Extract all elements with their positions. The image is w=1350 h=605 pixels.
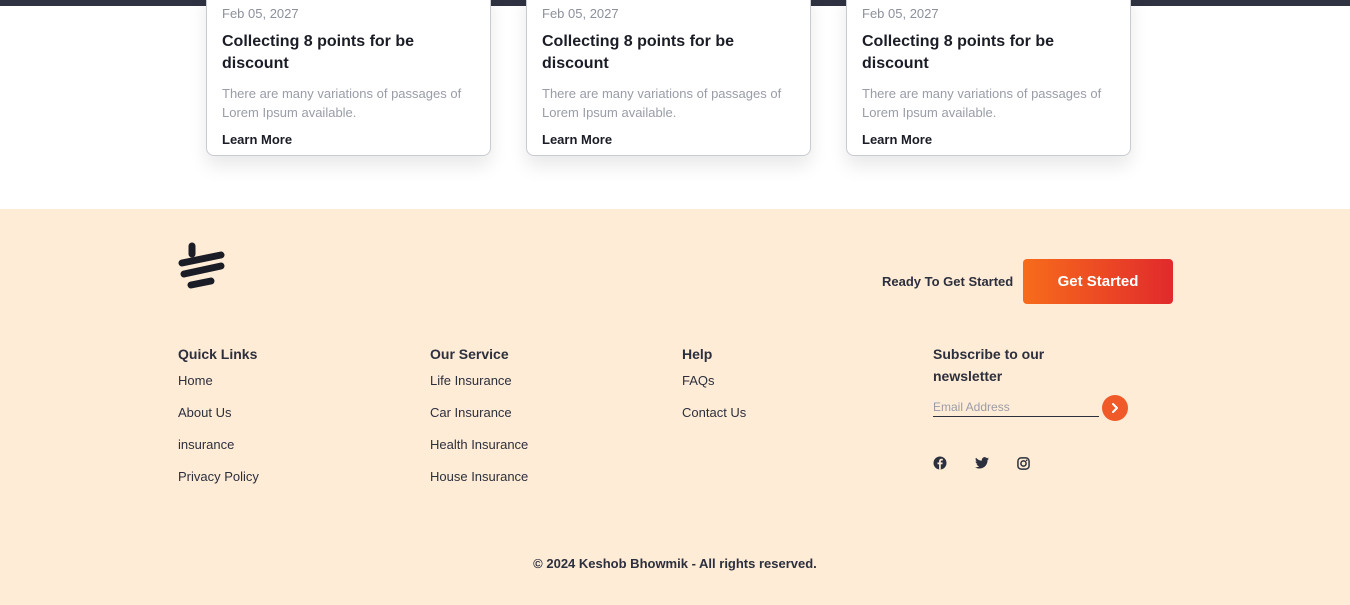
instagram-icon[interactable] (1015, 455, 1031, 471)
footer-link-home[interactable]: Home (178, 373, 213, 388)
brand-logo-icon[interactable] (178, 241, 226, 291)
card-date: Feb 05, 2027 (542, 6, 619, 21)
learn-more-link[interactable]: Learn More (862, 132, 932, 147)
help-column: Help FAQs Contact Us (682, 343, 746, 437)
facebook-icon[interactable] (932, 455, 948, 471)
column-title: Our Service (430, 346, 509, 362)
column-title: Help (682, 346, 713, 362)
footer-link-item: insurance (178, 437, 259, 469)
card-description: There are many variations of passages of… (222, 86, 462, 120)
footer-link-item: House Insurance (430, 469, 528, 501)
card-description: There are many variations of passages of… (542, 86, 782, 120)
footer-link-item: Privacy Policy (178, 469, 259, 501)
column-title: Quick Links (178, 346, 258, 362)
newsletter-column: Subscribe to our newsletter (933, 343, 1103, 387)
our-service-column: Our Service Life Insurance Car Insurance… (430, 343, 528, 501)
newsletter-title: Subscribe to our newsletter (933, 346, 1045, 384)
copyright-text: © 2024 Keshob Bhowmik - All rights reser… (533, 556, 817, 571)
site-footer: Ready To Get Started Get Started Quick L… (0, 209, 1350, 605)
footer-link-contact-us[interactable]: Contact Us (682, 405, 746, 420)
footer-link-item: About Us (178, 405, 259, 437)
footer-link-health-insurance[interactable]: Health Insurance (430, 437, 528, 452)
footer-link-house-insurance[interactable]: House Insurance (430, 469, 528, 484)
footer-link-item: Car Insurance (430, 405, 528, 437)
quick-links-column: Quick Links Home About Us insurance Priv… (178, 343, 259, 501)
get-started-button[interactable]: Get Started (1023, 259, 1173, 304)
newsletter-form (933, 395, 1133, 421)
footer-link-faqs[interactable]: FAQs (682, 373, 715, 388)
footer-link-item: Contact Us (682, 405, 746, 437)
card-date: Feb 05, 2027 (222, 6, 299, 21)
blog-card: Feb 05, 2027 Collecting 8 points for be … (206, 0, 491, 156)
card-date: Feb 05, 2027 (862, 6, 939, 21)
card-title: Collecting 8 points for be discount (222, 33, 415, 72)
blog-cards: Feb 05, 2027 Collecting 8 points for be … (0, 0, 1350, 209)
blog-card: Feb 05, 2027 Collecting 8 points for be … (526, 0, 811, 156)
learn-more-link[interactable]: Learn More (222, 132, 292, 147)
card-title: Collecting 8 points for be discount (542, 33, 735, 72)
footer-link-about-us[interactable]: About Us (178, 405, 231, 420)
learn-more-link[interactable]: Learn More (542, 132, 612, 147)
footer-link-life-insurance[interactable]: Life Insurance (430, 373, 512, 388)
cta-text: Ready To Get Started (882, 274, 1014, 289)
footer-link-car-insurance[interactable]: Car Insurance (430, 405, 512, 420)
chevron-right-icon (1112, 403, 1118, 413)
card-description: There are many variations of passages of… (862, 86, 1102, 120)
twitter-icon[interactable] (974, 455, 990, 471)
newsletter-submit-button[interactable] (1102, 395, 1128, 421)
footer-link-privacy-policy[interactable]: Privacy Policy (178, 469, 259, 484)
footer-link-item: Health Insurance (430, 437, 528, 469)
footer-link-item: FAQs (682, 373, 746, 405)
blog-card: Feb 05, 2027 Collecting 8 points for be … (846, 0, 1131, 156)
card-title: Collecting 8 points for be discount (862, 33, 1055, 72)
footer-link-item: Home (178, 373, 259, 405)
email-field[interactable] (933, 398, 1099, 417)
footer-link-item: Life Insurance (430, 373, 528, 405)
footer-link-insurance[interactable]: insurance (178, 437, 234, 452)
